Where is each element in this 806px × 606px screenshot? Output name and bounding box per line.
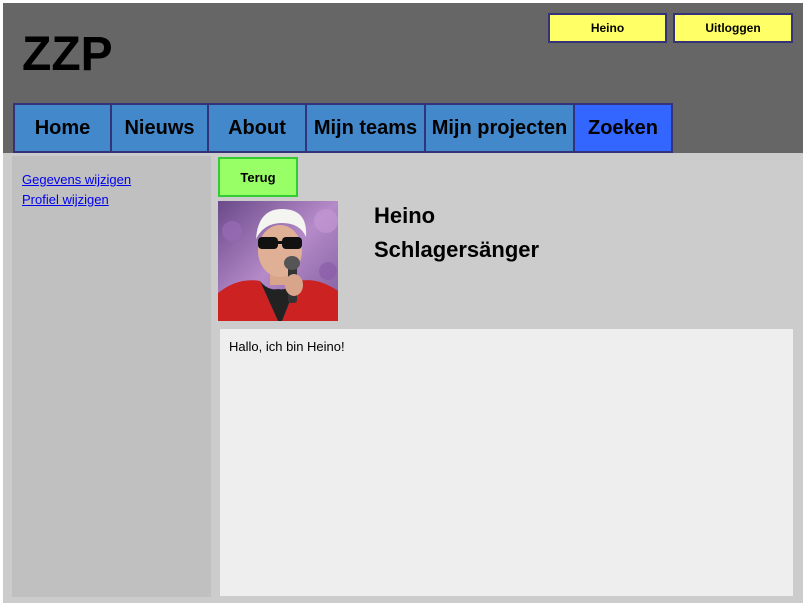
edit-profile-link[interactable]: Profiel wijzigen bbox=[22, 190, 211, 210]
profile-about-text: Hallo, ich bin Heino! bbox=[229, 339, 345, 354]
edit-details-link[interactable]: Gegevens wijzigen bbox=[22, 170, 211, 190]
back-button[interactable]: Terug bbox=[218, 157, 298, 197]
nav-about[interactable]: About bbox=[207, 103, 307, 153]
main-nav: Home Nieuws About Mijn teams Mijn projec… bbox=[13, 103, 673, 153]
nav-search[interactable]: Zoeken bbox=[573, 103, 673, 153]
profile-about-box: Hallo, ich bin Heino! bbox=[220, 329, 793, 596]
header: ZZP Heino Uitloggen Home Nieuws About Mi… bbox=[3, 3, 803, 153]
nav-news[interactable]: Nieuws bbox=[110, 103, 209, 153]
user-profile-button[interactable]: Heino bbox=[548, 13, 667, 43]
nav-my-teams[interactable]: Mijn teams bbox=[305, 103, 426, 153]
sidebar: Gegevens wijzigen Profiel wijzigen bbox=[12, 156, 211, 597]
profile-name: Heino bbox=[374, 203, 436, 228]
logout-button[interactable]: Uitloggen bbox=[673, 13, 793, 43]
page: ZZP Heino Uitloggen Home Nieuws About Mi… bbox=[3, 3, 803, 603]
profile-photo bbox=[218, 201, 338, 321]
nav-my-projects[interactable]: Mijn projecten bbox=[424, 103, 575, 153]
nav-home[interactable]: Home bbox=[13, 103, 112, 153]
profile-role: Schlagersänger bbox=[374, 237, 540, 262]
site-logo[interactable]: ZZP bbox=[22, 26, 113, 84]
